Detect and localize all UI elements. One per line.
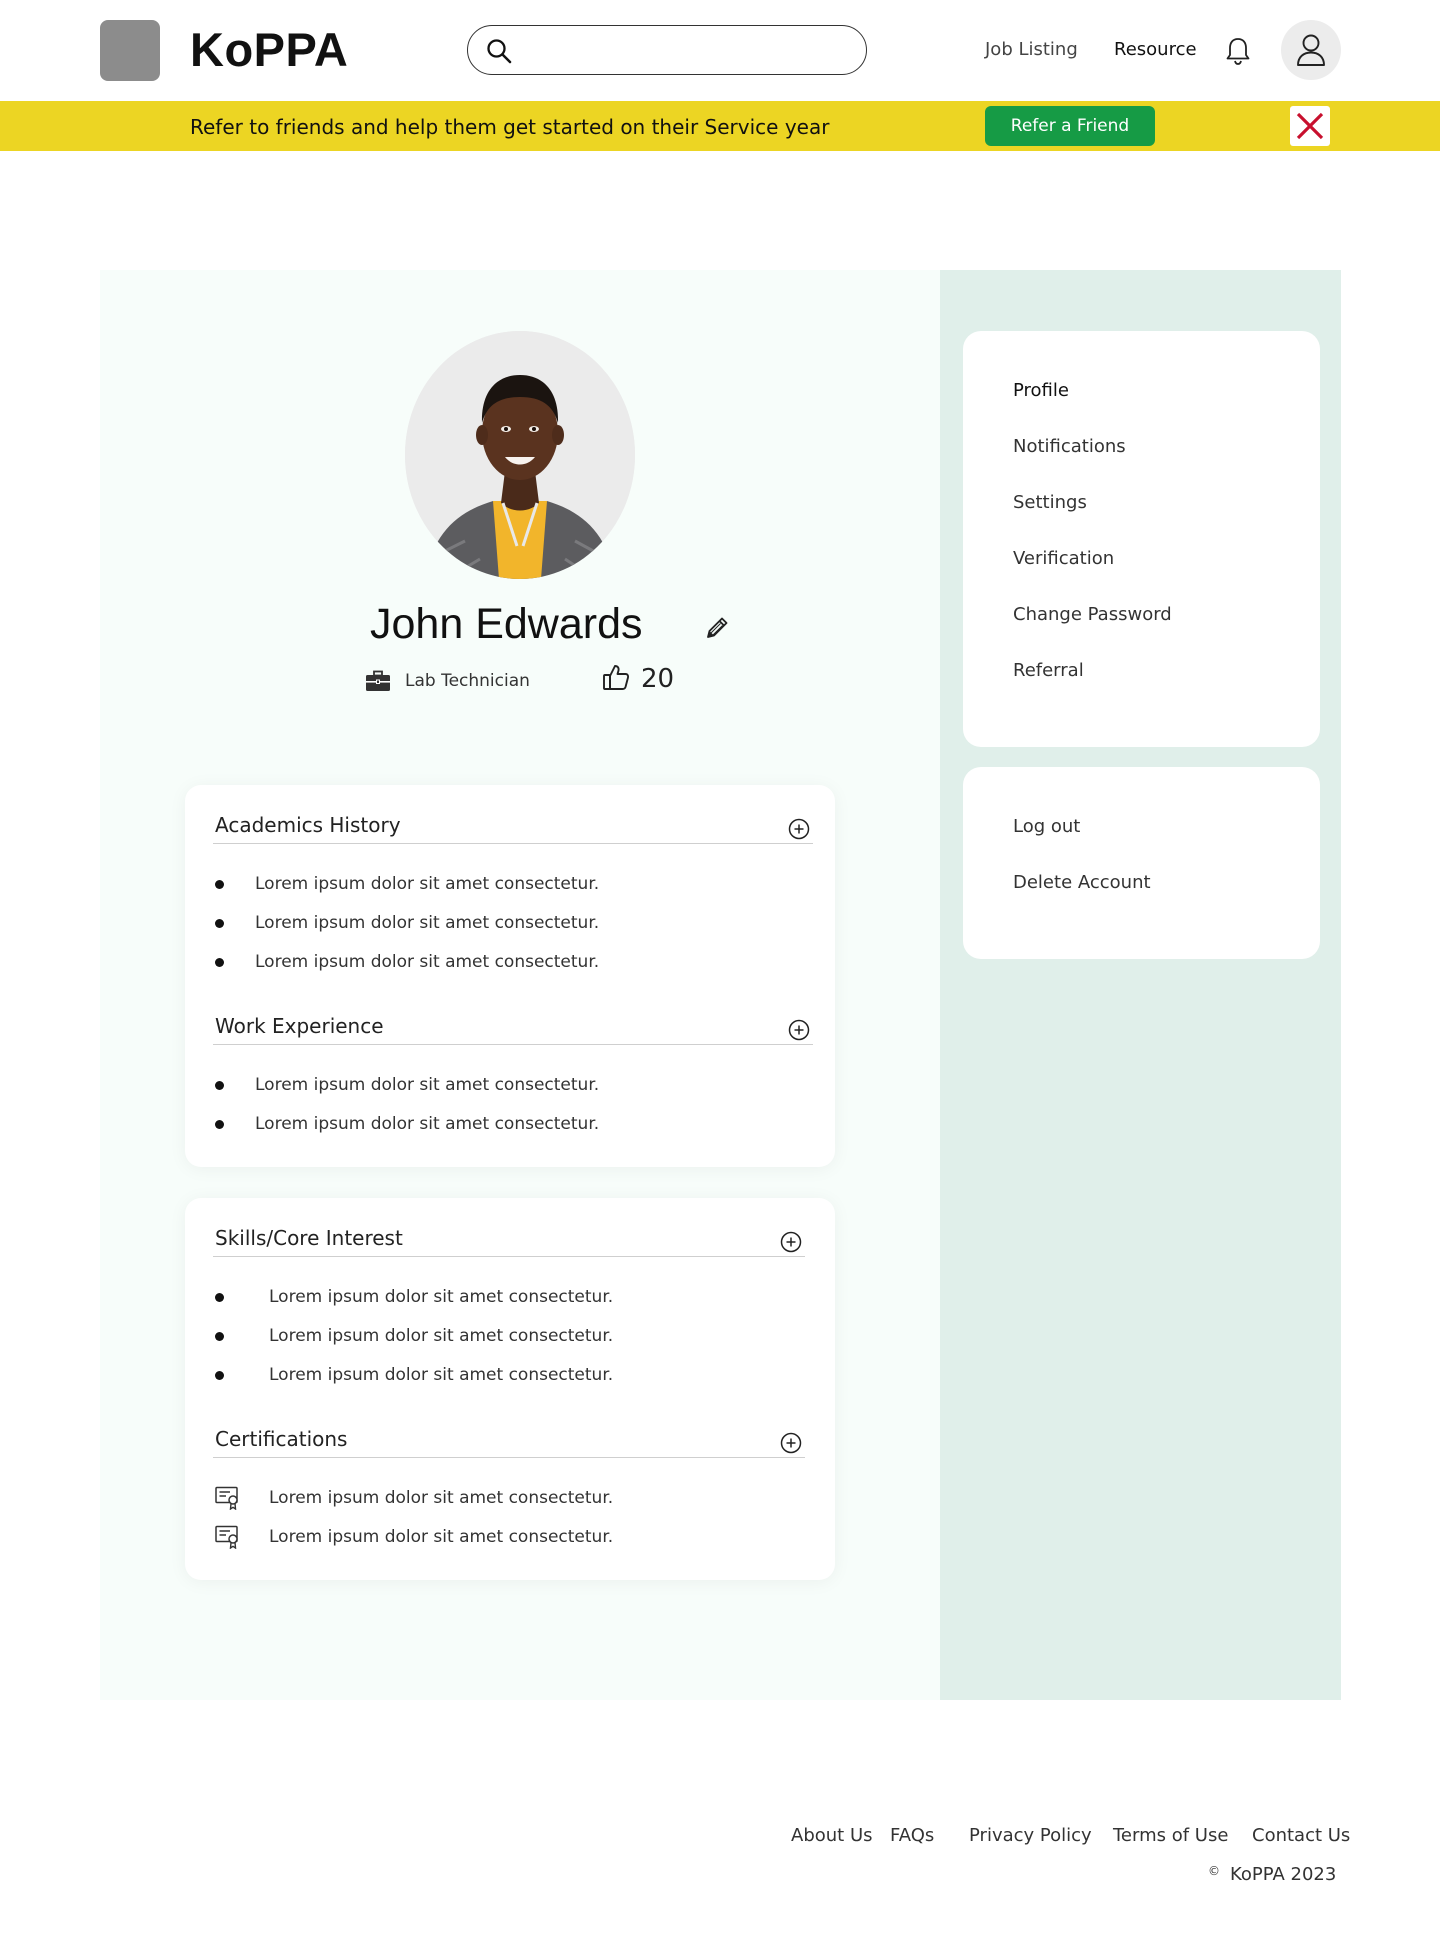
skills-certifications-card: Skills/Core Interest Lorem ipsum dolor s… bbox=[185, 1198, 835, 1580]
certificate-icon bbox=[215, 1525, 238, 1549]
profile-photo bbox=[405, 331, 635, 579]
nav-resource[interactable]: Resource bbox=[1114, 39, 1197, 60]
plus-circle-icon[interactable] bbox=[788, 1019, 810, 1041]
search-icon bbox=[487, 39, 512, 64]
copyright-symbol: © bbox=[1208, 1864, 1220, 1878]
footer-faqs[interactable]: FAQs bbox=[890, 1825, 934, 1846]
account-menu: Profile Notifications Settings Verificat… bbox=[963, 331, 1320, 747]
certificate-icon bbox=[215, 1486, 238, 1510]
job-title: Lab Technician bbox=[405, 671, 530, 691]
menu-item-delete-account[interactable]: Delete Account bbox=[1013, 872, 1151, 893]
academics-history-title: Academics History bbox=[215, 813, 401, 837]
refer-friend-button[interactable]: Refer a Friend bbox=[985, 106, 1155, 146]
footer-about-us[interactable]: About Us bbox=[791, 1825, 873, 1846]
nav-job-listing[interactable]: Job Listing bbox=[985, 39, 1078, 60]
copyright-text: © KoPPA 2023 bbox=[1208, 1864, 1337, 1885]
likes-count: 20 bbox=[641, 664, 675, 694]
menu-item-profile[interactable]: Profile bbox=[1013, 380, 1069, 401]
referral-banner: Refer to friends and help them get start… bbox=[0, 101, 1440, 151]
bell-icon[interactable] bbox=[1224, 36, 1252, 66]
footer-privacy-policy[interactable]: Privacy Policy bbox=[969, 1825, 1092, 1846]
profile-name: John Edwards bbox=[370, 600, 643, 648]
logo-placeholder-icon[interactable] bbox=[100, 20, 160, 81]
plus-circle-icon[interactable] bbox=[780, 1432, 802, 1454]
profile-main: John Edwards Lab Technician 20 Academics… bbox=[100, 270, 1341, 1700]
certifications-title: Certifications bbox=[215, 1427, 348, 1451]
menu-item-change-password[interactable]: Change Password bbox=[1013, 604, 1172, 625]
plus-circle-icon[interactable] bbox=[780, 1231, 802, 1253]
search-input[interactable] bbox=[524, 34, 854, 66]
section-divider bbox=[213, 1256, 805, 1257]
menu-item-logout[interactable]: Log out bbox=[1013, 816, 1080, 837]
work-experience-title: Work Experience bbox=[215, 1014, 384, 1038]
menu-item-settings[interactable]: Settings bbox=[1013, 492, 1087, 513]
section-divider bbox=[213, 1044, 813, 1045]
thumbs-up-icon[interactable] bbox=[602, 663, 630, 691]
pencil-icon[interactable] bbox=[704, 615, 730, 641]
section-divider bbox=[213, 843, 813, 844]
footer-contact-us[interactable]: Contact Us bbox=[1252, 1825, 1350, 1846]
section-divider bbox=[213, 1457, 805, 1458]
user-avatar-button[interactable] bbox=[1281, 20, 1341, 80]
user-icon bbox=[1297, 34, 1325, 66]
skills-title: Skills/Core Interest bbox=[215, 1226, 403, 1250]
academics-work-card: Academics History Lorem ipsum dolor sit … bbox=[185, 785, 835, 1167]
top-header: KoPPA Job Listing Resource bbox=[0, 0, 1440, 101]
menu-item-verification[interactable]: Verification bbox=[1013, 548, 1114, 569]
search-bar[interactable] bbox=[467, 25, 867, 75]
brand-name[interactable]: KoPPA bbox=[190, 22, 348, 77]
close-icon bbox=[1296, 112, 1324, 140]
close-banner-button[interactable] bbox=[1290, 106, 1330, 146]
briefcase-icon bbox=[366, 670, 390, 691]
account-actions-menu: Log out Delete Account bbox=[963, 767, 1320, 959]
banner-text: Refer to friends and help them get start… bbox=[190, 115, 830, 139]
menu-item-referral[interactable]: Referral bbox=[1013, 660, 1084, 681]
plus-circle-icon[interactable] bbox=[788, 818, 810, 840]
menu-item-notifications[interactable]: Notifications bbox=[1013, 436, 1126, 457]
footer-terms-of-use[interactable]: Terms of Use bbox=[1113, 1825, 1228, 1846]
